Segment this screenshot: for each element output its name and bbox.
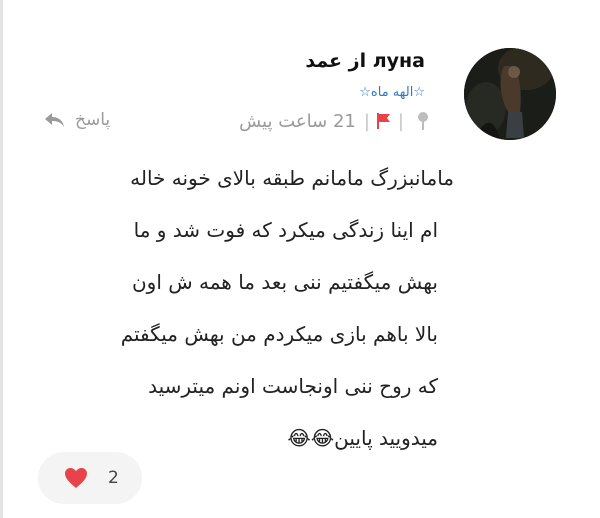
avatar-image (464, 48, 556, 140)
reply-label: پاسخ (75, 110, 111, 130)
comment-line: که روح ننی اونجاست اونم میترسید (148, 374, 438, 398)
flag-icon[interactable] (376, 112, 392, 130)
author-prefix: از (348, 50, 367, 72)
comment-card: луна از عمد ☆الهه ماه☆ | | 21 ساعت پیش پ… (0, 0, 600, 518)
meta-separator: | (363, 110, 370, 132)
comment-line: بالا باهم بازی میکردم من بهش میگفتم (120, 322, 438, 346)
comment-line: ام اینا زندگی میکرد که فوت شد و ما (133, 218, 438, 242)
heart-icon (65, 468, 87, 488)
author-name[interactable]: луна (373, 50, 425, 72)
reply-arrow-icon (45, 113, 64, 127)
meta-separator: | (397, 110, 404, 132)
pin-icon[interactable] (416, 111, 430, 131)
author-suffix: عمد (305, 50, 343, 72)
reply-button[interactable]: پاسخ (43, 107, 110, 133)
post-time: 21 ساعت پیش (239, 110, 356, 132)
author-line[interactable]: луна از عمد (305, 50, 425, 72)
comment-body: مامانبزرگ مامانم طبقه بالای خونه خاله ام… (40, 152, 454, 464)
avatar[interactable] (464, 48, 556, 140)
comment-line: بهش میگفتیم ننی بعد ما همه ش اون (131, 270, 438, 294)
post-meta: | | 21 ساعت پیش (239, 108, 430, 134)
like-count: 2 (108, 468, 119, 488)
like-button[interactable]: 2 (38, 452, 142, 504)
community-link[interactable]: ☆الهه ماه☆ (359, 85, 425, 100)
comment-line: مامانبزرگ مامانم طبقه بالای خونه خاله (130, 166, 454, 190)
